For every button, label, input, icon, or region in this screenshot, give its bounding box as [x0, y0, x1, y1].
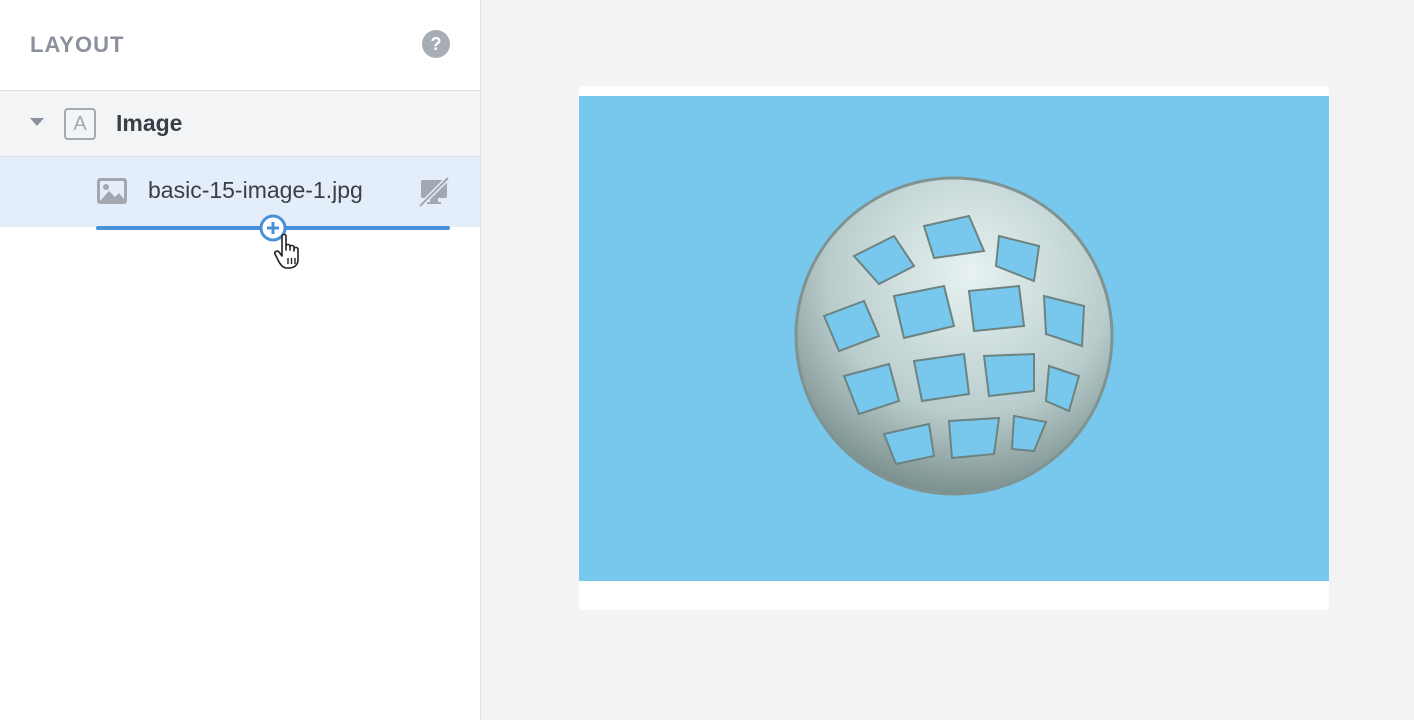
layout-sidebar: LAYOUT ? A Image basic-15-image-1.jpg [0, 0, 481, 720]
panel-title: LAYOUT [30, 32, 125, 57]
hidden-on-desktop-icon[interactable] [418, 176, 450, 208]
help-icon[interactable]: ? [422, 30, 450, 58]
wireframe-sphere-image [794, 176, 1114, 496]
preview-image[interactable] [579, 96, 1329, 581]
layer-group-label: Image [116, 110, 183, 136]
image-icon [97, 178, 127, 204]
text-block-icon: A [64, 108, 96, 140]
sidebar-header: LAYOUT ? [0, 0, 480, 91]
preview-canvas [579, 86, 1329, 610]
layer-group-image[interactable]: A Image [0, 91, 480, 157]
caret-down-icon[interactable] [30, 118, 44, 126]
layer-item-image[interactable]: basic-15-image-1.jpg [0, 157, 480, 227]
hand-cursor-icon [274, 233, 299, 269]
layer-item-label: basic-15-image-1.jpg [148, 177, 363, 203]
